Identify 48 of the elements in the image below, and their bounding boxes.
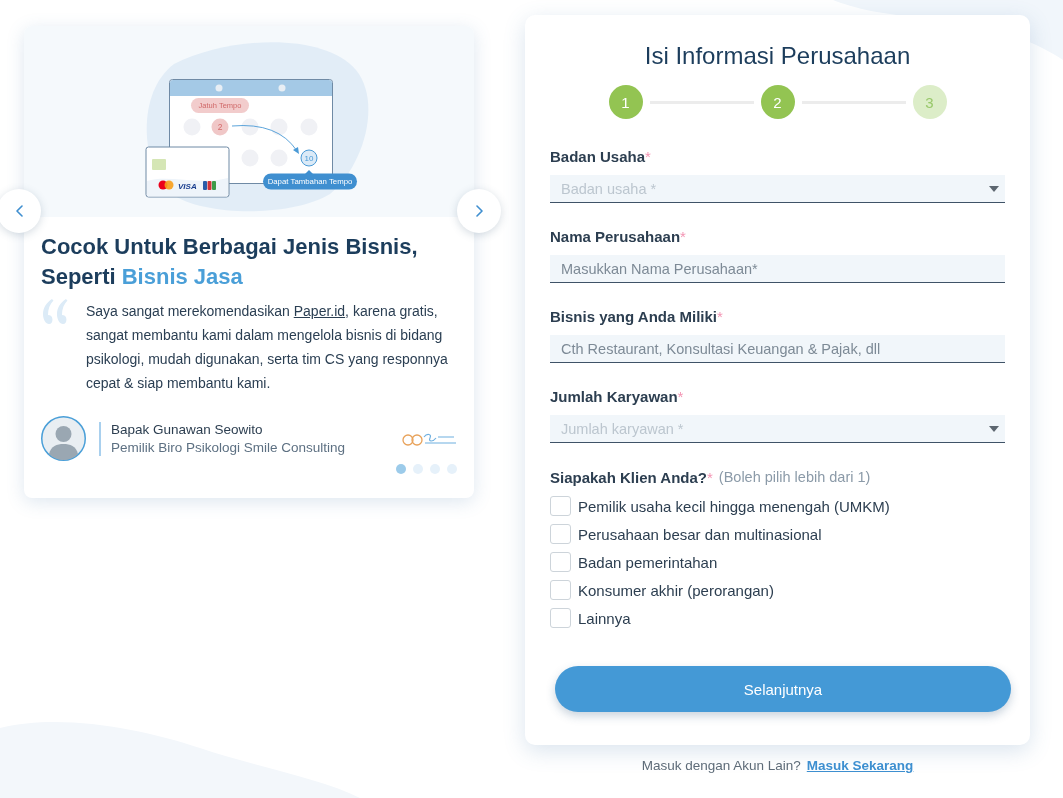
carousel-dot[interactable] [447,464,457,474]
dropdown-caret-icon [989,185,999,192]
chevron-left-icon [15,205,23,217]
step-indicator: 3 [912,85,947,119]
option-label: Konsumer akhir (perorangan) [578,581,774,599]
paper-id-link[interactable]: Paper.id [293,303,346,319]
author-name: Bapak Gunawan Seowito [111,422,264,437]
slide-heading: Cocok Untuk Berbagai Jenis Bisnis, Seperti Bisnis Jasa [41,233,419,291]
footer-text: Masuk dengan Akun Lain? [641,758,801,773]
curved-arrow [231,125,299,154]
field-label: Nama Perusahaan* [550,228,686,246]
carousel-dot[interactable] [430,464,440,474]
checkbox[interactable] [550,552,571,572]
text-input-field[interactable]: Masukkan Nama Perusahaan* [550,255,1005,283]
card-logo-icon [203,181,216,190]
checkbox[interactable] [550,608,571,628]
checkbox[interactable] [550,496,571,516]
card-brand-text: VISA [178,181,197,191]
field-label: Badan Usaha* [550,148,651,166]
option-label: Lainnya [578,609,631,627]
text-input-field[interactable]: Cth Restaurant, Konsultasi Keuangan & Pajak, dll [550,335,1005,363]
chevron-right-icon [475,205,483,217]
question-label: Siapakah Klien Anda?* [550,469,713,487]
form-title: Isi Informasi Perusahaan [643,41,912,71]
sign-in-link[interactable]: Masuk Sekarang [806,758,914,773]
field-label: Jumlah Karyawan* [550,388,684,406]
author-role: Pemilik Biro Psikologi Smile Consulting [111,440,347,455]
option-label: Perusahaan besar dan multinasional [578,525,822,543]
due-day-marker: 2 [211,118,229,136]
option-label: Badan pemerintahan [578,553,718,571]
dropdown-caret-icon [989,425,999,432]
carousel-dot[interactable] [396,464,406,474]
field-label: Bisnis yang Anda Miliki* [550,308,723,326]
next-button[interactable]: Selanjutnya [555,666,1011,712]
option-label: Pemilik usaha kecil hingga menengah (UMKM) [578,497,890,515]
step-indicator: 1 [608,85,643,119]
avatar-icon [41,416,86,461]
checkbox[interactable] [550,580,571,600]
quote-icon [41,299,68,324]
previous-slide-button[interactable] [0,189,41,233]
testimonial-quote: Saya sangat merekomendasikan Paper.id, karena gratis, sangat membantu kami dalam mengelola bisnis di bidang psikologi, mudah digunakan, serta tim CS yang responnya cepat & siap membantu kami. [85,302,449,393]
carousel-dot[interactable] [413,464,423,474]
hint-text: (Boleh pilih lebih dari 1) [718,469,871,485]
next-slide-button[interactable] [457,189,501,233]
step-indicator: 2 [760,85,795,119]
checkbox[interactable] [550,524,571,544]
overlapping-circles-icon [158,180,174,190]
new-day-marker: 10 [300,149,318,167]
